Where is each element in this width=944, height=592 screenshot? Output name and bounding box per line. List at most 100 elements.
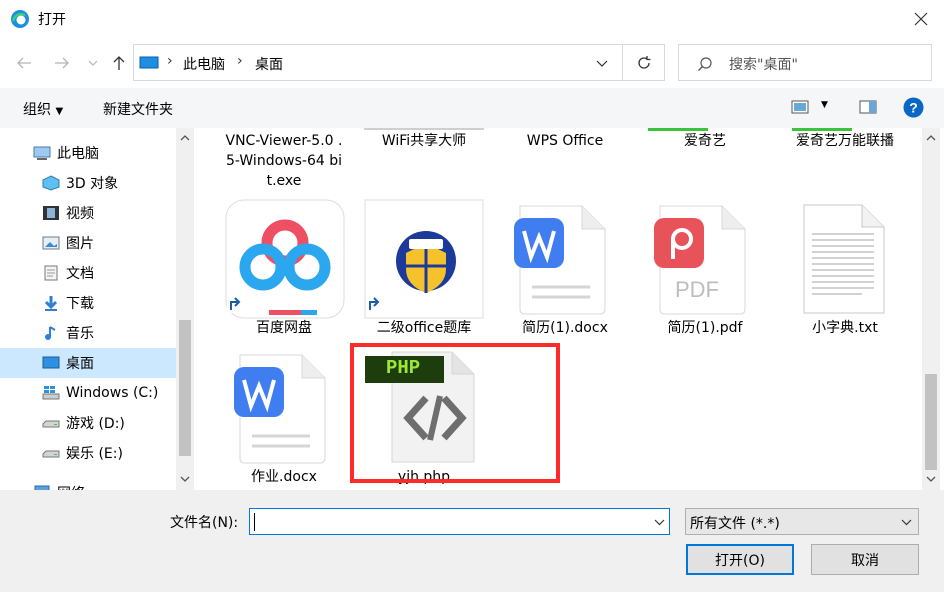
filename-label: 文件名(N): — [170, 515, 239, 531]
filetype-select[interactable]: 所有文件 (*.*) — [685, 508, 919, 535]
breadcrumb-separator-icon: › — [167, 53, 173, 69]
cube-icon — [42, 175, 60, 191]
baidu-netdisk-icon — [225, 199, 345, 319]
arrow-up-icon — [113, 56, 125, 70]
window-title: 打开 — [38, 12, 66, 28]
file-thumbnail-edge — [364, 128, 484, 130]
new-folder-button[interactable]: 新建文件夹 — [103, 99, 173, 119]
scroll-up-icon[interactable] — [926, 134, 936, 141]
edge-browser-icon — [11, 10, 29, 28]
recent-locations-button[interactable] — [84, 50, 102, 76]
refresh-icon — [637, 55, 650, 69]
arrow-left-icon — [17, 57, 31, 69]
close-button[interactable] — [898, 0, 944, 38]
scroll-down-icon[interactable] — [926, 476, 936, 483]
search-input[interactable]: 搜索"桌面" — [678, 44, 932, 81]
nav-item-pictures[interactable]: 图片 — [0, 228, 176, 258]
nav-item-label: 音乐 — [66, 326, 94, 342]
organize-menu[interactable]: 组织 ▼ — [23, 99, 63, 119]
nav-item-drive-c[interactable]: Windows (C:) — [0, 378, 176, 408]
filetype-value: 所有文件 (*.*) — [690, 516, 780, 532]
nav-item-label: 娱乐 (E:) — [66, 446, 123, 462]
nav-item-label: 下载 — [66, 296, 94, 312]
preview-pane-icon[interactable] — [859, 100, 877, 114]
document-icon — [44, 265, 58, 281]
nav-item-this-pc[interactable]: 此电脑 — [0, 138, 176, 168]
breadcrumb-item-this-pc[interactable]: 此电脑 — [183, 54, 225, 74]
nav-item-desktop[interactable]: 桌面 — [0, 348, 176, 378]
file-label: 简历(1).docx — [522, 320, 608, 336]
nav-item-label: 文档 — [66, 266, 94, 282]
command-bar: 组织 ▼ 新建文件夹 ▼ ? — [0, 88, 944, 128]
file-label: 简历(1).pdf — [667, 320, 743, 336]
breadcrumb-separator-icon: › — [237, 53, 243, 69]
cancel-button[interactable]: 取消 — [811, 544, 919, 575]
nav-item-label: Windows (C:) — [66, 385, 159, 401]
open-button[interactable]: 打开(O) — [686, 544, 794, 575]
nav-item-label: 桌面 — [66, 356, 94, 372]
nav-item-music[interactable]: 音乐 — [0, 318, 176, 348]
future-office-icon — [364, 199, 484, 319]
forward-button[interactable] — [50, 50, 74, 76]
file-item-wps-office[interactable]: WPS Office — [495, 131, 635, 151]
file-scrollbar[interactable] — [922, 128, 940, 490]
filename-input[interactable] — [249, 508, 670, 535]
nav-item-videos[interactable]: 视频 — [0, 198, 176, 228]
arrow-right-icon — [55, 57, 69, 69]
view-options-icon[interactable] — [791, 100, 809, 114]
nav-item-drive-d[interactable]: 游戏 (D:) — [0, 408, 176, 438]
film-icon — [43, 206, 59, 220]
file-item-iqiyi[interactable]: 爱奇艺 — [635, 131, 775, 151]
drive-icon — [42, 420, 60, 428]
nav-item-drive-e[interactable]: 娱乐 (E:) — [0, 438, 176, 468]
file-item-iqiyi-player[interactable]: 爱奇艺万能联播 — [775, 131, 915, 151]
refresh-button[interactable] — [623, 44, 665, 81]
caret-down-icon: ▼ — [55, 106, 64, 117]
nav-item-label: 3D 对象 — [66, 176, 119, 192]
file-label: 百度网盘 — [256, 320, 312, 336]
search-icon — [698, 57, 712, 71]
nav-item-label: 此电脑 — [57, 146, 99, 162]
file-label: 小字典.txt — [812, 320, 878, 336]
nav-item-downloads[interactable]: 下载 — [0, 288, 176, 318]
scroll-down-icon[interactable] — [180, 476, 190, 483]
download-arrow-icon — [44, 296, 58, 311]
drive-icon — [42, 450, 60, 458]
nav-item-label: 视频 — [66, 206, 94, 222]
wps-word-icon — [514, 205, 606, 315]
nav-item-3d-objects[interactable]: 3D 对象 — [0, 168, 176, 198]
dialog-footer — [0, 490, 944, 592]
scroll-up-icon[interactable] — [180, 134, 190, 141]
address-dropdown-icon[interactable] — [596, 60, 608, 67]
computer-icon — [139, 56, 159, 69]
organize-label: 组织 — [23, 102, 51, 118]
svg-text:?: ? — [909, 100, 918, 116]
nav-item-network[interactable]: 网络 — [0, 478, 176, 490]
address-bar[interactable]: › 此电脑 › 桌面 — [133, 44, 623, 81]
file-item-wifi[interactable]: WiFi共享大师 — [354, 131, 494, 151]
up-button[interactable] — [107, 50, 131, 76]
nav-item-label: 图片 — [66, 236, 94, 252]
title-bar: 打开 — [0, 0, 944, 38]
nav-item-label: 游戏 (D:) — [66, 416, 125, 432]
computer-icon — [33, 146, 51, 160]
view-dropdown-icon[interactable]: ▼ — [821, 100, 828, 110]
navigation-pane: 此电脑 3D 对象 视频 图片 文档 下载 音乐 桌面 Windows (C:)… — [0, 128, 194, 490]
chevron-down-icon[interactable] — [654, 519, 665, 526]
file-label: 作业.docx — [251, 469, 317, 485]
text-file-icon — [803, 204, 885, 314]
file-label: VNC-Viewer-5.0 .5-Windows-64 bit.exe — [214, 131, 354, 191]
breadcrumb-item-desktop[interactable]: 桌面 — [255, 54, 283, 74]
nav-scrollbar[interactable] — [176, 128, 194, 490]
close-icon — [914, 12, 928, 26]
picture-icon — [42, 236, 60, 250]
windows-drive-icon — [42, 386, 60, 400]
music-note-icon — [45, 326, 56, 340]
help-icon[interactable]: ? — [903, 97, 924, 118]
nav-item-documents[interactable]: 文档 — [0, 258, 176, 288]
file-label-text: VNC-Viewer-5.0 .5-Windows-64 bit.exe — [225, 133, 343, 189]
nav-scrollbar-thumb[interactable] — [179, 320, 191, 456]
pdf-text: PDF — [675, 277, 719, 302]
back-button[interactable] — [12, 50, 36, 76]
file-scrollbar-thumb[interactable] — [925, 374, 937, 470]
